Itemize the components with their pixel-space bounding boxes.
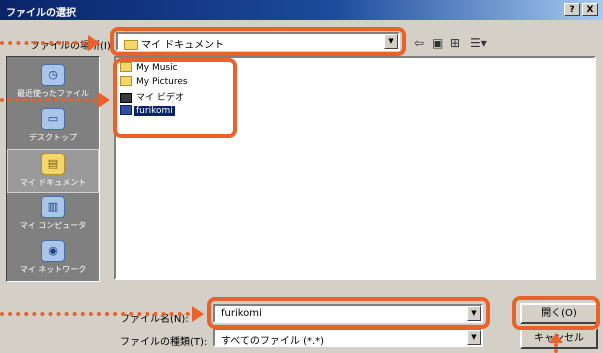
title-bar: ファイルの選択 ? X (0, 0, 603, 20)
my-network-icon: ◉ (41, 240, 65, 262)
back-arrow-icon[interactable]: ⇦ (414, 36, 424, 50)
places-bar: ◷ 最近使ったファイル ▭ デスクトップ ▤ マイ ドキュメント ▥ マイ コン… (6, 56, 100, 282)
close-button[interactable]: X (582, 3, 598, 16)
place-my-network[interactable]: ◉ マイ ネットワーク (7, 237, 99, 281)
place-my-computer[interactable]: ▥ マイ コンピュータ (7, 193, 99, 237)
highlight-file-list (113, 58, 237, 138)
file-type-value: すべてのファイル (*.*) (221, 336, 325, 347)
place-label: マイ ドキュメント (19, 178, 87, 187)
highlight-open-button (512, 296, 600, 330)
pointer-dots-look-in (0, 41, 86, 45)
desktop-icon: ▭ (41, 108, 65, 130)
highlight-look-in (110, 27, 406, 56)
pointer-arrow-open-button (549, 333, 563, 343)
file-type-label: ファイルの種類(T): (120, 337, 208, 348)
place-label: マイ ネットワーク (19, 265, 87, 274)
new-folder-icon[interactable]: ⊞ (450, 36, 460, 50)
place-label: デスクトップ (29, 133, 77, 142)
pointer-arrow-look-in (88, 35, 100, 51)
place-label: マイ コンピュータ (19, 221, 87, 230)
pointer-dots-file-name (0, 312, 190, 316)
pointer-dots-open-button (554, 343, 558, 353)
place-my-documents[interactable]: ▤ マイ ドキュメント (7, 149, 99, 193)
my-documents-icon: ▤ (41, 153, 65, 175)
place-desktop[interactable]: ▭ デスクトップ (7, 105, 99, 149)
file-type-dropdown[interactable]: すべてのファイル (*.*) ▼ (213, 328, 483, 347)
help-button[interactable]: ? (564, 3, 580, 16)
window-title: ファイルの選択 (6, 8, 76, 19)
view-menu-icon[interactable]: ☰▾ (470, 36, 487, 50)
chevron-down-icon[interactable]: ▼ (467, 330, 481, 345)
recent-files-icon: ◷ (41, 64, 65, 86)
up-folder-icon[interactable]: ▣ (432, 36, 443, 50)
pointer-arrow-file-list (98, 92, 110, 108)
my-computer-icon: ▥ (41, 196, 65, 218)
pointer-dots-file-list (0, 98, 96, 102)
highlight-file-name (207, 297, 490, 329)
place-label: 最近使ったファイル (17, 89, 89, 98)
pointer-arrow-file-name (192, 306, 204, 322)
